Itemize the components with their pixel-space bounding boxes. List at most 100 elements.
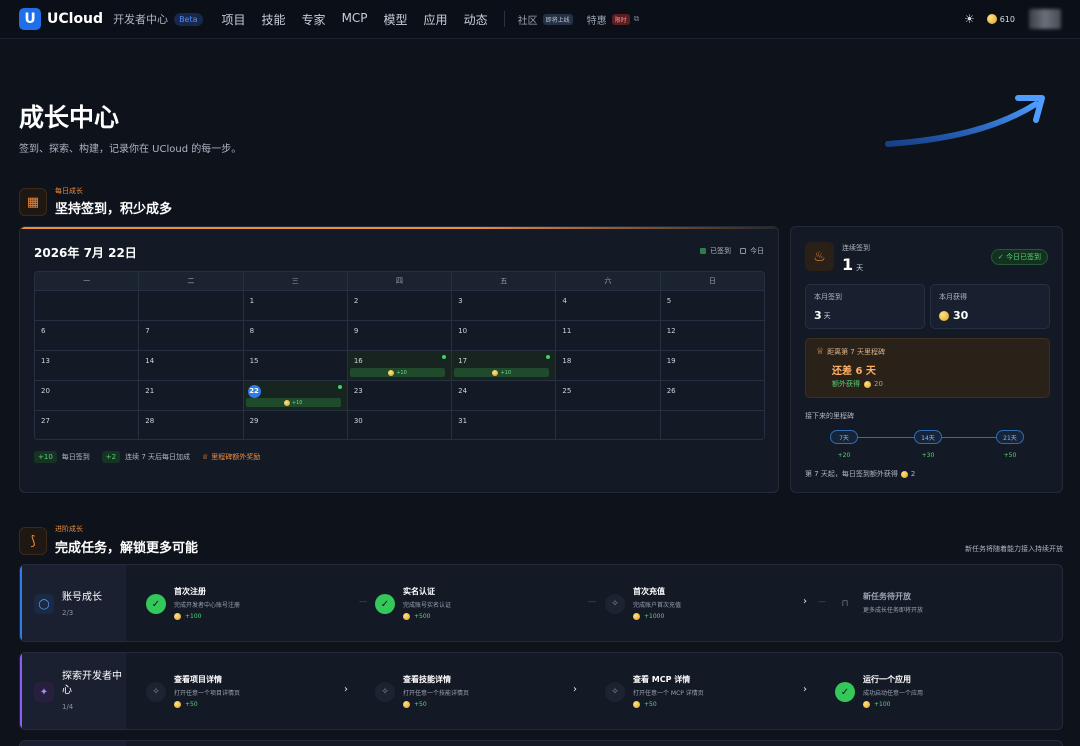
calendar-day[interactable]: 28 bbox=[139, 411, 244, 439]
chevron-right-icon[interactable]: › bbox=[803, 684, 807, 695]
chevron-right-icon[interactable]: › bbox=[803, 596, 807, 607]
advanced-section-title: 完成任务，解锁更多可能 bbox=[55, 541, 199, 556]
milestone-title: 距离第 7 天里程碑 bbox=[827, 348, 885, 356]
calendar-icon: ▦ bbox=[19, 188, 47, 216]
task-reward: +100 bbox=[185, 613, 202, 620]
brand-name[interactable]: UCloud bbox=[47, 11, 103, 27]
checkin-calendar-card: 2026年 7月 22日 已签到 今日 一 二 三 四 五 六 日 1 2 3 … bbox=[19, 226, 779, 493]
calendar-day[interactable]: 13 bbox=[35, 351, 140, 380]
decorative-arrow-icon bbox=[885, 95, 1045, 147]
calendar-day[interactable]: 10 bbox=[452, 321, 557, 350]
calendar-day-signed[interactable]: 17 +10 bbox=[452, 351, 557, 380]
task-item-verify[interactable]: ✓ 实名认证 完成账号实名认证 +500 bbox=[375, 565, 585, 641]
page-subtitle: 签到、探索、构建，记录你在 UCloud 的每一步。 bbox=[19, 144, 242, 155]
coin-icon bbox=[939, 310, 949, 321]
chevron-right-icon[interactable]: › bbox=[573, 684, 577, 695]
nav-item-apps[interactable]: 应用 bbox=[424, 11, 448, 28]
calendar-day[interactable]: 11 bbox=[556, 321, 661, 350]
task-reward: +50 bbox=[644, 701, 657, 708]
task-item-view-project[interactable]: ✧ 查看项目详情 打开任意一个项目详情页 +50 bbox=[146, 653, 356, 729]
calendar-day[interactable]: 9 bbox=[348, 321, 453, 350]
day-number: 23 bbox=[353, 387, 363, 395]
nav-item-projects[interactable]: 项目 bbox=[222, 11, 246, 28]
day-number: 5 bbox=[666, 297, 672, 305]
calendar-day[interactable]: 30 bbox=[348, 411, 453, 439]
nav-item-skills[interactable]: 技能 bbox=[262, 11, 286, 28]
today-legend-label: 今日 bbox=[750, 247, 764, 255]
calendar-day[interactable]: 12 bbox=[661, 321, 764, 350]
month-signed-value: 3 bbox=[814, 309, 822, 322]
calendar-day[interactable]: 29 bbox=[244, 411, 348, 439]
coin-icon bbox=[986, 14, 997, 24]
calendar-day[interactable]: 5 bbox=[661, 291, 764, 320]
check-icon: ✓ bbox=[375, 594, 395, 614]
calendar-day[interactable]: 27 bbox=[35, 411, 140, 439]
task-item-register[interactable]: ✓ 首次注册 完成开发者中心账号注册 +100 bbox=[146, 565, 356, 641]
calendar-day[interactable]: 3 bbox=[452, 291, 557, 320]
calendar-day[interactable]: 4 bbox=[556, 291, 661, 320]
task-item-run-app[interactable]: ✓ 运行一个应用 成功启动任意一个应用 +100 bbox=[835, 653, 1045, 729]
coin-icon bbox=[403, 613, 410, 620]
task-desc: 打开任意一个项目详情页 bbox=[174, 690, 241, 697]
milestone-reward: +50 bbox=[1003, 452, 1017, 459]
logo-icon[interactable]: U bbox=[19, 8, 41, 30]
theme-toggle-sun-icon[interactable]: ☀ bbox=[964, 12, 975, 26]
calendar-day[interactable]: 7 bbox=[139, 321, 244, 350]
calendar-day[interactable]: 15 bbox=[244, 351, 348, 380]
task-reward: +100 bbox=[874, 701, 891, 708]
nav-item-news[interactable]: 动态 bbox=[464, 11, 488, 28]
day-number: 12 bbox=[666, 327, 676, 335]
calendar-day[interactable]: 18 bbox=[556, 351, 661, 380]
task-desc: 更多成长任务即将开放 bbox=[863, 607, 924, 614]
milestone-reward: +20 bbox=[837, 452, 851, 459]
community-label: 社区 bbox=[517, 15, 538, 27]
calendar-day[interactable]: 6 bbox=[35, 321, 140, 350]
task-item-recharge[interactable]: ✧ 首次充值 完成账户首次充值 +1000 bbox=[605, 565, 815, 641]
calendar-day[interactable]: 23 bbox=[348, 381, 453, 410]
earned-amount: +10 bbox=[291, 399, 303, 406]
calendar-day[interactable]: 2 bbox=[348, 291, 453, 320]
coin-balance[interactable]: 610 bbox=[1000, 15, 1015, 24]
calendar-day[interactable]: 8 bbox=[244, 321, 348, 350]
task-group-progress: 2/3 bbox=[62, 609, 74, 617]
avatar[interactable] bbox=[1029, 9, 1061, 29]
calendar-day-signed[interactable]: 16 +10 bbox=[347, 351, 453, 380]
nav-item-mcp[interactable]: MCP bbox=[342, 11, 368, 28]
calendar-day[interactable]: 31 bbox=[452, 411, 557, 439]
calendar-day[interactable]: 25 bbox=[556, 381, 661, 410]
coin-icon bbox=[283, 399, 290, 406]
task-title: 查看技能详情 bbox=[403, 675, 451, 684]
day-number: 25 bbox=[562, 387, 572, 395]
calendar-day[interactable]: 21 bbox=[139, 381, 244, 410]
earned-coins-badge: +10 bbox=[349, 368, 446, 377]
calendar-day[interactable]: 20 bbox=[35, 381, 140, 410]
nav-item-deals[interactable]: 特惠 限时 ⧉ bbox=[587, 12, 640, 27]
task-item-view-mcp[interactable]: ✧ 查看 MCP 详情 打开任意一个 MCP 详情页 +50 bbox=[605, 653, 815, 729]
nav-item-community[interactable]: 社区 即将上线 bbox=[518, 12, 573, 27]
calendar-day[interactable]: 19 bbox=[661, 351, 764, 380]
external-link-icon: ⧉ bbox=[633, 14, 640, 23]
task-desc: 成功启动任意一个应用 bbox=[863, 690, 924, 697]
group-accent bbox=[20, 565, 22, 641]
calendar-week-row: 13 14 15 16 +10 17 +10 18 19 bbox=[35, 350, 764, 380]
task-item-view-skill[interactable]: ✧ 查看技能详情 打开任意一个技能详情页 +50 bbox=[375, 653, 585, 729]
calendar-day[interactable]: 26 bbox=[661, 381, 764, 410]
next-milestone-box: ♕ 距离第 7 天里程碑 还差 6 天 额外获得 20 bbox=[805, 338, 1050, 398]
calendar-day[interactable]: 1 bbox=[244, 291, 348, 320]
month-signed-unit: 天 bbox=[823, 311, 831, 320]
nav-item-experts[interactable]: 专家 bbox=[302, 11, 326, 28]
dev-center-label[interactable]: 开发者中心 bbox=[113, 11, 168, 27]
day-number: 16 bbox=[353, 357, 363, 365]
nav-item-models[interactable]: 模型 bbox=[384, 11, 408, 28]
day-number: 15 bbox=[249, 357, 259, 365]
signed-legend-swatch bbox=[700, 248, 706, 254]
connector-dash: — bbox=[818, 597, 826, 606]
calendar-day[interactable]: 24 bbox=[452, 381, 557, 410]
day-number: 21 bbox=[145, 387, 155, 395]
calendar-day-blank bbox=[35, 291, 140, 320]
signed-dot-icon bbox=[546, 355, 551, 359]
today-legend-swatch bbox=[740, 248, 746, 254]
calendar-day[interactable]: 14 bbox=[139, 351, 244, 380]
calendar-day-today[interactable]: 22 +10 bbox=[243, 381, 348, 410]
chevron-right-icon[interactable]: › bbox=[344, 684, 348, 695]
